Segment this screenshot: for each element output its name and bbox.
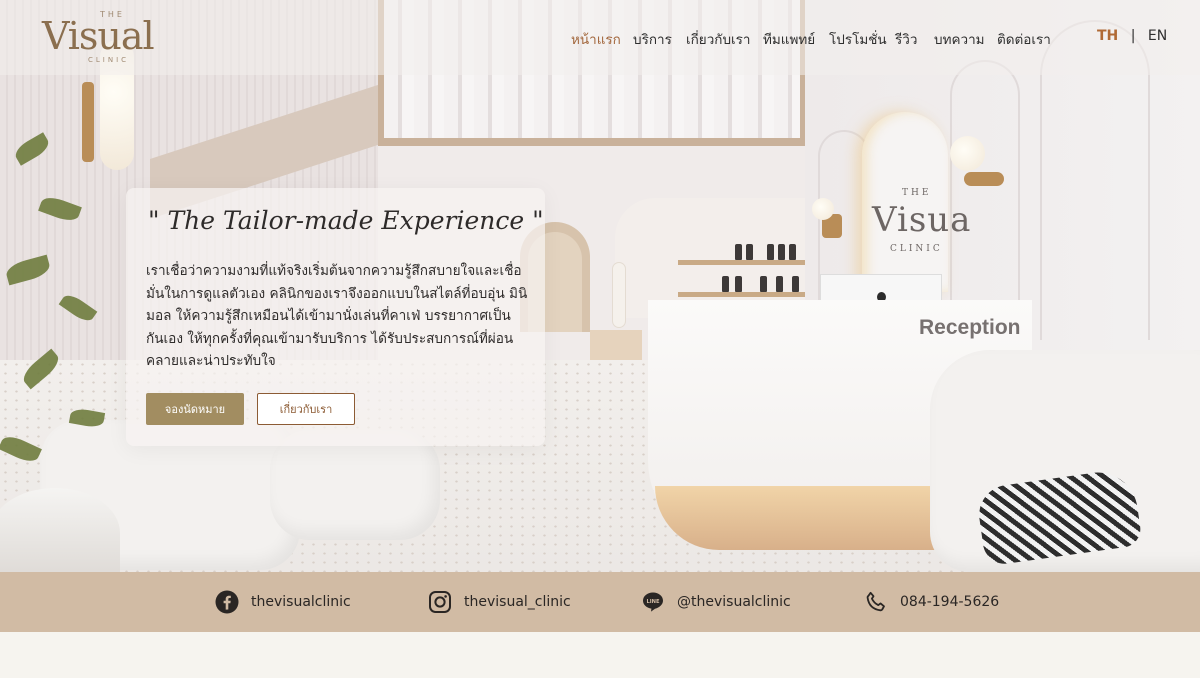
product-bottle — [776, 276, 783, 292]
lang-separator: | — [1130, 28, 1136, 44]
nav-home[interactable]: หน้าแรก — [571, 28, 621, 50]
nav-articles[interactable]: บทความ — [934, 28, 985, 50]
nav-promotions[interactable]: โปรโมชั่น — [829, 28, 887, 50]
product-bottle — [789, 244, 796, 260]
facebook-handle: thevisualclinic — [251, 594, 351, 610]
about-us-button[interactable]: เกี่ยวกับเรา — [257, 393, 355, 425]
nav-about[interactable]: เกี่ยวกับเรา — [686, 28, 750, 50]
product-bottle — [746, 244, 753, 260]
instagram-handle: thevisual_clinic — [464, 594, 571, 610]
product-bottle — [792, 276, 799, 292]
shelf-upper — [678, 260, 806, 265]
nav-services[interactable]: บริการ — [633, 28, 672, 50]
language-switcher: TH | EN — [1097, 28, 1167, 44]
vase — [612, 262, 626, 328]
product-bottle — [767, 244, 774, 260]
phone-icon — [866, 591, 885, 612]
product-bottle — [760, 276, 767, 292]
line-handle: @thevisualclinic — [677, 594, 791, 610]
logo-clinic-text: CLINIC — [88, 56, 130, 64]
wall-lamp — [812, 198, 834, 220]
nav-contact[interactable]: ติดต่อเรา — [997, 28, 1051, 50]
product-bottle — [735, 276, 742, 292]
facebook-icon — [215, 590, 239, 614]
site-logo[interactable]: THE Visual CLINIC — [42, 6, 172, 66]
wall-lamp — [950, 136, 985, 171]
product-bottle — [735, 244, 742, 260]
product-bottle — [778, 244, 785, 260]
wall-lamp-arm — [964, 172, 1004, 186]
hero-tagline: " The Tailor-made Experience " — [148, 206, 544, 235]
product-bottle — [722, 276, 729, 292]
phone-number: 084-194-5626 — [900, 594, 1000, 610]
hero-intro: เราเชื่อว่าความงามที่แท้จริงเริ่มต้นจากค… — [146, 263, 528, 370]
reception-sign: Reception — [919, 316, 1021, 339]
logo-wordmark: Visual — [42, 14, 155, 58]
wall-logo-text: Visua — [872, 200, 972, 240]
social-bar: thevisualclinic thevisual_clinic LINE @t… — [0, 572, 1200, 632]
site-header: THE Visual CLINIC หน้าแรก บริการ เกี่ยวก… — [0, 0, 1200, 75]
wall-logo-the: THE — [902, 188, 932, 198]
shelf-lower — [678, 292, 806, 297]
instagram-icon — [429, 591, 451, 613]
line-link[interactable]: LINE @thevisualclinic — [641, 590, 791, 614]
facebook-link[interactable]: thevisualclinic — [215, 590, 351, 614]
lounge-sofa — [270, 430, 440, 540]
page-content-area — [0, 632, 1200, 678]
instagram-link[interactable]: thevisual_clinic — [428, 590, 571, 614]
wall-logo: THE Visua CLINIC — [872, 188, 972, 254]
book-appointment-button[interactable]: จองนัดหมาย — [146, 393, 244, 425]
nav-doctors[interactable]: ทีมแพทย์ — [763, 28, 815, 50]
lang-th[interactable]: TH — [1097, 28, 1118, 44]
hero-card: " The Tailor-made Experience " เราเชื่อว… — [126, 188, 545, 446]
phone-link[interactable]: 084-194-5626 — [864, 590, 999, 614]
svg-text:LINE: LINE — [646, 599, 660, 605]
lang-en[interactable]: EN — [1148, 28, 1167, 44]
pendant-lamp-holder — [82, 82, 94, 162]
nav-reviews[interactable]: รีวิว — [895, 28, 917, 50]
wall-logo-clinic: CLINIC — [890, 244, 943, 254]
line-icon: LINE — [643, 592, 663, 612]
